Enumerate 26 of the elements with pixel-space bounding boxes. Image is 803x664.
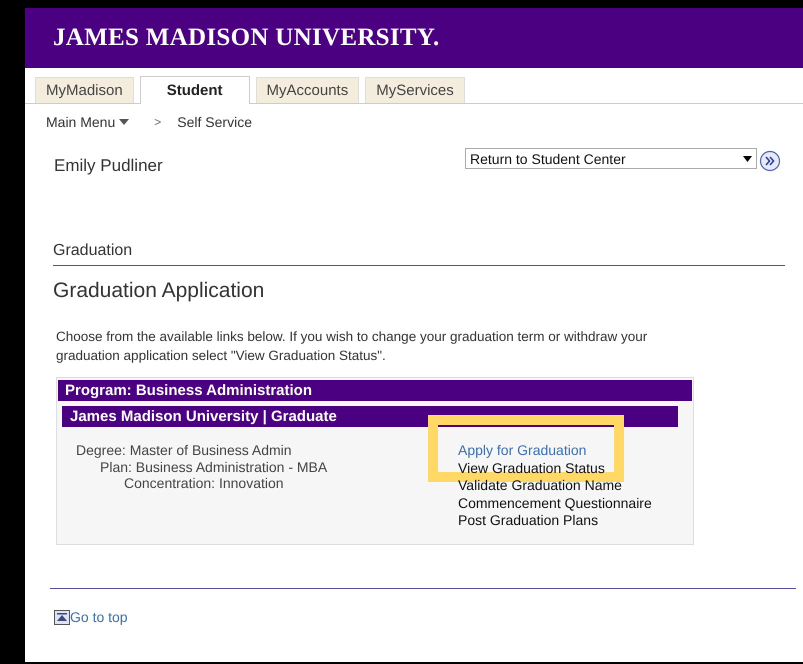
graduation-option: View Graduation Status [458, 460, 605, 476]
nav-tab[interactable]: MyMadison [35, 77, 134, 103]
section-title: Graduation [53, 242, 785, 266]
nav-tab[interactable]: MyAccounts [256, 77, 360, 103]
caret-icon [119, 119, 130, 125]
program-detail: Concentration: Innovation [123, 475, 285, 492]
nav-tab[interactable]: Student [140, 76, 250, 104]
graduation-link[interactable]: Apply for Graduation [458, 442, 586, 458]
program-detail: Plan: Business Administration - MBA [99, 458, 328, 475]
breadcrumb-item[interactable]: Self Service [177, 114, 252, 130]
graduation-option: Commencement Questionnaire [458, 494, 652, 510]
go-icon[interactable] [759, 150, 781, 172]
navigation-dropdown[interactable]: Return to Student Center [465, 148, 757, 169]
program-detail: Degree: Master of Business Admin [76, 442, 293, 458]
graduation-option: Post Graduation Plans [458, 512, 598, 528]
instructions-text: Choose from the available links below. If you wish to change your graduation term or withdraw your graduation application select "View Graduation Status". [56, 328, 648, 365]
main-menu-link[interactable]: Main Menu [46, 114, 116, 130]
program-header: Program: Business Administration [58, 380, 692, 401]
user-name: Emily Pudliner [54, 156, 163, 176]
page-title: Graduation Application [53, 279, 266, 303]
graduation-option: Validate Graduation Name [458, 477, 622, 493]
go-to-top-link[interactable]: Go to top [70, 608, 128, 624]
breadcrumb-separator: > [154, 115, 162, 129]
dropdown-arrow-icon [743, 156, 752, 162]
university-logo: JAMES MADISON UNIVERSITY. [53, 24, 440, 52]
nav-tab[interactable]: MyServices [365, 77, 465, 103]
